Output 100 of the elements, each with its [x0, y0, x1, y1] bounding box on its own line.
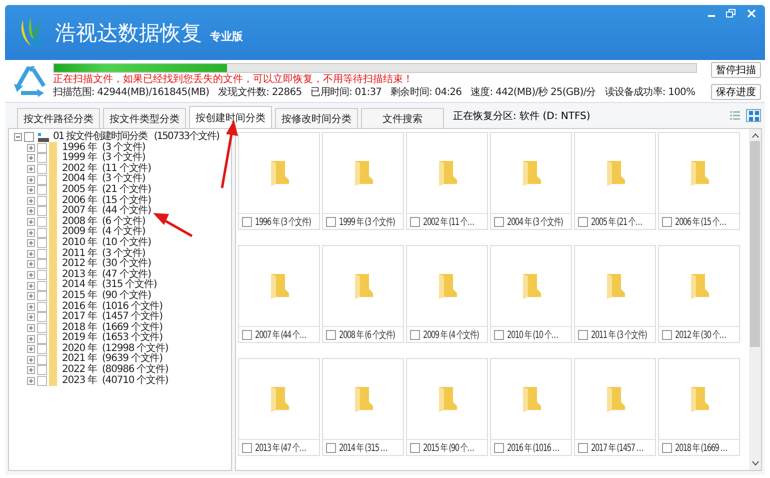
checkbox[interactable] [410, 442, 420, 452]
folder-tile[interactable]: 2018 年 (1669 … [658, 358, 740, 456]
grid-view-button[interactable] [746, 109, 761, 122]
year-label[interactable]: 2021 年 [62, 354, 98, 366]
checkbox[interactable] [494, 442, 504, 452]
checkbox[interactable] [37, 354, 47, 365]
folder-tile[interactable]: 2011 年 (3 个文件) [574, 245, 656, 343]
expand-toggle[interactable] [27, 356, 35, 364]
checkbox[interactable] [494, 216, 504, 226]
year-label[interactable]: 2010 年 [62, 238, 98, 249]
expand-toggle[interactable] [27, 196, 35, 205]
folder-tile[interactable]: 2005 年 (21 个… [574, 132, 656, 230]
year-label[interactable]: 1999 年 [62, 153, 98, 164]
expand-toggle[interactable] [27, 144, 35, 152]
expand-toggle[interactable] [27, 154, 35, 162]
year-label[interactable]: 2022 年 [62, 365, 98, 376]
checkbox[interactable] [37, 291, 47, 302]
checkbox[interactable] [242, 330, 252, 340]
expand-toggle[interactable] [27, 250, 35, 258]
folder-tile[interactable]: 2008 年 (6 个文件) [322, 245, 404, 343]
folder-tile[interactable]: 1999 年 (3 个文件) [322, 132, 404, 230]
year-label[interactable]: 2007 年 [62, 206, 98, 217]
folder-tile[interactable]: 2013 年 (47 个… [238, 358, 320, 456]
folder-tile[interactable]: 2009 年 (4 个文件) [406, 245, 488, 343]
year-label[interactable]: 2014 年 [62, 280, 98, 291]
checkbox[interactable] [37, 174, 47, 185]
checkbox[interactable] [494, 330, 504, 340]
tab[interactable]: 按文件类型分类 [103, 108, 186, 128]
year-label[interactable]: 2008 年 [62, 216, 98, 228]
year-label[interactable]: 2017 年 [62, 312, 98, 323]
expand-toggle[interactable] [27, 324, 35, 332]
checkbox[interactable] [326, 330, 336, 340]
scan-button[interactable]: 保存进度 [711, 84, 761, 100]
tab[interactable]: 按文件路径分类 [17, 108, 100, 128]
checkbox[interactable] [410, 330, 420, 340]
checkbox[interactable] [37, 322, 47, 333]
expand-toggle[interactable] [27, 186, 35, 194]
tree-root-label[interactable]: 01 按文件创建时间分类 [53, 132, 147, 143]
checkbox[interactable] [37, 312, 47, 322]
checkbox[interactable] [37, 302, 47, 312]
year-label[interactable]: 2019 年 [62, 333, 98, 344]
year-label[interactable]: 2012 年 [62, 259, 98, 270]
checkbox[interactable] [410, 216, 420, 226]
checkbox[interactable] [37, 196, 47, 206]
scan-button[interactable]: 暂停扫描 [711, 62, 761, 78]
expand-toggle[interactable] [27, 176, 35, 184]
checkbox[interactable] [37, 270, 47, 280]
year-label[interactable]: 2018 年 [62, 322, 98, 334]
checkbox[interactable] [662, 216, 672, 226]
expand-toggle[interactable] [27, 302, 35, 311]
checkbox[interactable] [37, 280, 47, 291]
folder-tile[interactable]: 2015 年 (90 个… [406, 358, 488, 456]
folder-tile[interactable]: 2007 年 (44 个… [238, 245, 320, 343]
checkbox[interactable] [37, 344, 47, 354]
tab[interactable]: 按修改时间分类 [275, 108, 358, 128]
checkbox[interactable] [662, 442, 672, 452]
folder-tile[interactable]: 2002 年 (11 个… [406, 132, 488, 230]
expand-toggle[interactable] [27, 345, 35, 354]
checkbox[interactable] [662, 330, 672, 340]
folder-tile[interactable]: 2017 年 (1457 … [574, 358, 656, 456]
expand-toggle[interactable] [27, 334, 35, 343]
year-label[interactable]: 2013 年 [62, 270, 98, 280]
year-label[interactable]: 2005 年 [62, 184, 98, 196]
expand-toggle[interactable] [27, 271, 35, 280]
expand-toggle[interactable] [27, 292, 35, 300]
year-label[interactable]: 2011 年 [62, 248, 98, 260]
checkbox[interactable] [326, 216, 336, 226]
year-label[interactable]: 2015 年 [62, 290, 98, 302]
expand-toggle[interactable] [27, 165, 35, 174]
year-label[interactable]: 1996 年 [62, 142, 98, 154]
expand-toggle[interactable] [27, 366, 35, 374]
folder-tile[interactable]: 1996 年 (3 个文件) [238, 132, 320, 230]
list-view-button[interactable] [727, 109, 742, 122]
checkbox[interactable] [578, 442, 588, 452]
checkbox[interactable] [37, 164, 47, 174]
year-label[interactable]: 2002 年 [62, 164, 98, 174]
folder-tile[interactable]: 2014 年 (315 … [322, 358, 404, 456]
folder-tile[interactable]: 2004 年 (3 个文件) [490, 132, 572, 230]
year-label[interactable]: 2023 年 [62, 376, 98, 386]
year-label[interactable]: 2009 年 [62, 227, 98, 238]
year-label[interactable]: 2016 年 [62, 302, 98, 312]
checkbox[interactable] [37, 376, 47, 386]
checkbox[interactable] [242, 216, 252, 226]
year-label[interactable]: 2006 年 [62, 196, 98, 206]
checkbox[interactable] [37, 185, 47, 196]
checkbox[interactable] [37, 153, 47, 164]
checkbox[interactable] [37, 248, 47, 259]
checkbox[interactable] [37, 206, 47, 216]
tab[interactable]: 文件搜索 [361, 108, 444, 128]
folder-tile[interactable]: 2006 年 (15 个… [658, 132, 740, 230]
expand-toggle[interactable] [27, 282, 35, 290]
checkbox[interactable] [37, 217, 47, 228]
expand-toggle[interactable] [27, 313, 35, 322]
folder-tile[interactable]: 2016 年 (1016 … [490, 358, 572, 456]
checkbox[interactable] [37, 259, 47, 270]
checkbox[interactable] [37, 238, 47, 248]
checkbox[interactable] [326, 442, 336, 452]
checkbox[interactable] [37, 228, 47, 238]
expand-toggle[interactable] [27, 218, 35, 226]
expand-toggle[interactable] [27, 239, 35, 248]
